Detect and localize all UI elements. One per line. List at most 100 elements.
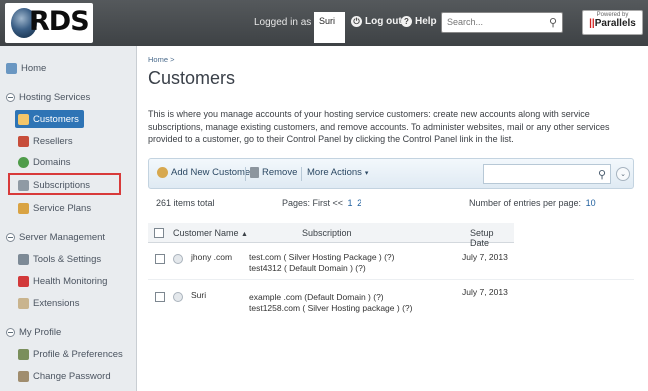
sidebar-item-label: Resellers <box>33 135 73 147</box>
customer-status-icon <box>173 254 183 264</box>
service-plan-icon <box>18 202 29 214</box>
search-icon[interactable]: ⚲ <box>598 168 606 181</box>
collapse-icon <box>6 328 15 337</box>
subscription-link[interactable]: example .com (Default Domain ) (?) <box>249 292 384 303</box>
health-icon <box>18 275 29 287</box>
profile-icon <box>18 348 29 360</box>
sidebar-item-label: Home <box>21 62 47 74</box>
pagination-blank-area <box>361 196 409 210</box>
table-header: Customer Name ▲ Subscription Setup Date <box>148 223 514 248</box>
remove-button[interactable]: Remove <box>250 167 297 178</box>
customer-icon <box>18 113 29 125</box>
customer-name-link[interactable]: Suri <box>191 290 206 301</box>
column-customer-name[interactable]: Customer Name ▲ <box>173 228 248 238</box>
section-title: My Profile <box>19 327 62 338</box>
logged-in-label: Logged in as <box>254 17 312 28</box>
reseller-icon <box>18 135 29 147</box>
toolbar-divider <box>245 167 246 181</box>
sidebar-item-extensions[interactable]: Extensions <box>18 294 79 312</box>
page-link-1[interactable]: 1 <box>348 198 353 208</box>
sidebar-item-home[interactable]: Home <box>6 59 46 77</box>
sidebar-item-domains[interactable]: Domains <box>18 153 71 171</box>
help-icon: ? <box>401 16 412 27</box>
sidebar-item-label: Health Monitoring <box>33 275 108 287</box>
section-title: Server Management <box>19 232 106 243</box>
column-subscription: Subscription <box>302 228 352 238</box>
subscription-link[interactable]: test4312 ( Default Domain ) (?) <box>249 263 366 274</box>
list-search-field[interactable]: ⚲ <box>483 164 611 184</box>
sidebar-item-health-monitoring[interactable]: Health Monitoring <box>18 272 107 290</box>
entries-value[interactable]: 10 <box>586 198 596 208</box>
select-all-checkbox[interactable] <box>154 228 164 238</box>
items-total: 261 items total <box>156 198 215 208</box>
intro-text: This is where you manage accounts of you… <box>148 109 610 144</box>
section-my-profile[interactable]: My Profile <box>6 327 61 338</box>
help-label: Help <box>415 16 437 27</box>
entries-per-page: Number of entries per page: 10 <box>469 198 596 208</box>
title-blank-area <box>584 68 644 96</box>
sidebar-item-label: Customers <box>33 113 79 125</box>
entries-label: Number of entries per page: <box>469 198 582 208</box>
username: Suri <box>319 16 336 26</box>
user-chip[interactable]: Suri <box>314 12 345 43</box>
domain-icon <box>18 156 29 168</box>
subscription-link[interactable]: test1258.com ( Silver Hosting package ) … <box>249 303 412 314</box>
search-icon[interactable]: ⚲ <box>549 16 557 29</box>
sort-ascending-icon: ▲ <box>241 231 248 238</box>
extensions-icon <box>18 297 29 309</box>
logout-link[interactable]: ⏻ Log out <box>351 16 402 27</box>
add-customer-button[interactable]: Add New Customer <box>157 167 253 178</box>
sidebar-item-label: Profile & Preferences <box>33 348 123 360</box>
collapse-icon <box>6 93 15 102</box>
sidebar: Home Hosting Services Customers Reseller… <box>0 46 137 391</box>
sidebar-item-label: Change Password <box>33 370 111 382</box>
logo-text: RDS <box>29 6 90 37</box>
remove-label: Remove <box>262 167 298 178</box>
parallels-logo: ||Parallels <box>589 18 636 29</box>
sidebar-item-label: Domains <box>33 156 71 168</box>
more-actions-label: More Actions <box>307 167 362 178</box>
setup-date: July 7, 2013 <box>462 252 508 262</box>
collapse-icon <box>6 233 15 242</box>
breadcrumb[interactable]: Home > <box>148 55 174 64</box>
parallels-badge: Powered by ||Parallels <box>582 10 643 35</box>
toolbar-divider <box>301 167 302 181</box>
sidebar-item-tools-settings[interactable]: Tools & Settings <box>18 250 101 268</box>
sidebar-item-customers[interactable]: Customers <box>15 110 84 128</box>
logo[interactable]: RDS <box>5 3 93 43</box>
help-link[interactable]: ? Help <box>401 16 437 27</box>
add-user-icon <box>157 167 168 178</box>
row-checkbox[interactable] <box>155 254 165 264</box>
sidebar-item-label: Extensions <box>33 297 80 309</box>
search-options-icon[interactable]: ⌄ <box>616 167 630 181</box>
more-actions-button[interactable]: More Actions ▾ <box>307 167 368 178</box>
setup-date: July 7, 2013 <box>462 287 508 297</box>
subscription-link[interactable]: test.com ( Silver Hosting Package ) (?) <box>249 252 395 263</box>
chevron-down-icon: ▾ <box>364 169 369 177</box>
row-checkbox[interactable] <box>155 292 165 302</box>
section-hosting-services[interactable]: Hosting Services <box>6 92 90 103</box>
sidebar-item-label: Service Plans <box>33 202 92 214</box>
pagination: Pages: First << 1 2 3 <box>282 198 372 208</box>
customer-name-link[interactable]: jhony .com <box>191 252 232 263</box>
sidebar-item-label: Tools & Settings <box>33 253 102 265</box>
column-setup-date[interactable]: Setup Date <box>470 228 514 248</box>
logout-label: Log out <box>365 16 402 27</box>
top-search: ⚲ <box>441 12 563 33</box>
sidebar-item-service-plans[interactable]: Service Plans <box>18 199 91 217</box>
sidebar-item-resellers[interactable]: Resellers <box>18 132 73 150</box>
search-input[interactable] <box>447 13 547 31</box>
section-server-management[interactable]: Server Management <box>6 232 105 243</box>
tools-icon <box>18 253 29 265</box>
section-title: Hosting Services <box>19 92 91 103</box>
power-icon: ⏻ <box>351 16 362 27</box>
pages-label: Pages: First << <box>282 198 344 208</box>
sidebar-item-change-password[interactable]: Change Password <box>18 367 111 385</box>
trash-icon <box>250 167 259 178</box>
sidebar-item-profile-preferences[interactable]: Profile & Preferences <box>18 345 123 363</box>
row-divider <box>148 279 634 280</box>
subscriptions-highlight <box>8 173 121 195</box>
home-icon <box>6 62 17 74</box>
list-toolbar: Add New Customer Remove More Actions ▾ ⚲… <box>148 158 634 189</box>
add-customer-label: Add New Customer <box>171 167 254 178</box>
